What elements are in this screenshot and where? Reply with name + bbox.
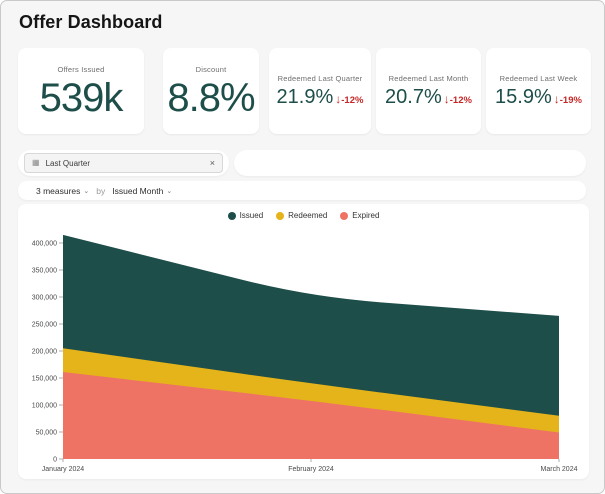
kpi-label: Redeemed Last Quarter <box>278 74 363 83</box>
y-axis-tick-label: 100,000 <box>32 403 57 410</box>
kpi-value: 20.7% <box>385 87 442 107</box>
dashboard-window: Offer Dashboard Offers Issued 539k Disco… <box>0 0 605 494</box>
kpi-card-redeemed-last-quarter: Redeemed Last Quarter 21.9% ↓-12% <box>269 48 371 134</box>
kpi-label: Redeemed Last Month <box>389 74 469 83</box>
kpi-label: Discount <box>196 65 227 74</box>
dimension-dropdown[interactable]: Issued Month ⌄ <box>112 186 172 196</box>
page-title: Offer Dashboard <box>19 12 163 33</box>
y-axis-tick-label: 200,000 <box>32 349 57 356</box>
y-axis-tick-label: 250,000 <box>32 322 57 329</box>
y-axis-tick-label: 150,000 <box>32 376 57 383</box>
measures-dropdown-label: 3 measures <box>36 186 80 196</box>
add-filter-area[interactable] <box>234 150 586 176</box>
y-axis-tick-label: 350,000 <box>32 268 57 275</box>
filter-chip-label: Last Quarter <box>46 159 210 168</box>
kpi-delta: ↓-12% <box>444 90 472 108</box>
close-icon[interactable]: × <box>210 158 215 168</box>
x-axis-tick-label: February 2024 <box>288 466 334 473</box>
kpi-label: Offers Issued <box>57 65 104 74</box>
kpi-delta-value: -19% <box>560 95 582 106</box>
kpi-label: Redeemed Last Week <box>500 74 578 83</box>
dimension-dropdown-label: Issued Month <box>112 186 163 196</box>
kpi-delta: ↓-12% <box>335 90 363 108</box>
chart-controls-bar: 3 measures ⌄ by Issued Month ⌄ <box>18 181 586 200</box>
chevron-down-icon: ⌄ <box>166 187 172 195</box>
y-axis-tick-label: 300,000 <box>32 295 57 302</box>
chevron-down-icon: ⌄ <box>83 187 89 195</box>
kpi-value: 8.8% <box>167 78 254 118</box>
kpi-delta-value: -12% <box>450 95 472 106</box>
kpi-value: 539k <box>40 78 123 118</box>
y-axis-tick-label: 400,000 <box>32 241 57 248</box>
kpi-card-redeemed-last-week: Redeemed Last Week 15.9% ↓-19% <box>486 48 591 134</box>
kpi-delta: ↓-19% <box>554 90 582 108</box>
measures-dropdown[interactable]: 3 measures ⌄ <box>36 186 89 196</box>
kpi-value: 21.9% <box>277 87 334 107</box>
kpi-card-offers-issued: Offers Issued 539k <box>18 48 144 134</box>
kpi-card-discount: Discount 8.8% <box>163 48 259 134</box>
x-axis-tick-label: January 2024 <box>42 466 85 473</box>
kpi-delta-value: -12% <box>341 95 363 106</box>
stacked-area-chart-card: IssuedRedeemedExpired 050,000100,000150,… <box>18 204 589 479</box>
filter-chip-last-quarter[interactable]: ▦ Last Quarter × <box>24 153 223 173</box>
x-axis-tick-label: March 2024 <box>541 466 578 473</box>
by-label: by <box>96 186 105 196</box>
y-axis-tick-label: 50,000 <box>36 430 58 437</box>
kpi-value: 15.9% <box>495 87 552 107</box>
stacked-area-chart: 0 50,000 100,000 150,000 200,000 250,000 300,0… <box>18 204 589 479</box>
filter-bar: ▦ Last Quarter × <box>18 150 229 176</box>
kpi-card-redeemed-last-month: Redeemed Last Month 20.7% ↓-12% <box>376 48 481 134</box>
calendar-icon: ▦ <box>32 159 40 167</box>
y-axis-tick-label: 0 <box>53 457 57 464</box>
